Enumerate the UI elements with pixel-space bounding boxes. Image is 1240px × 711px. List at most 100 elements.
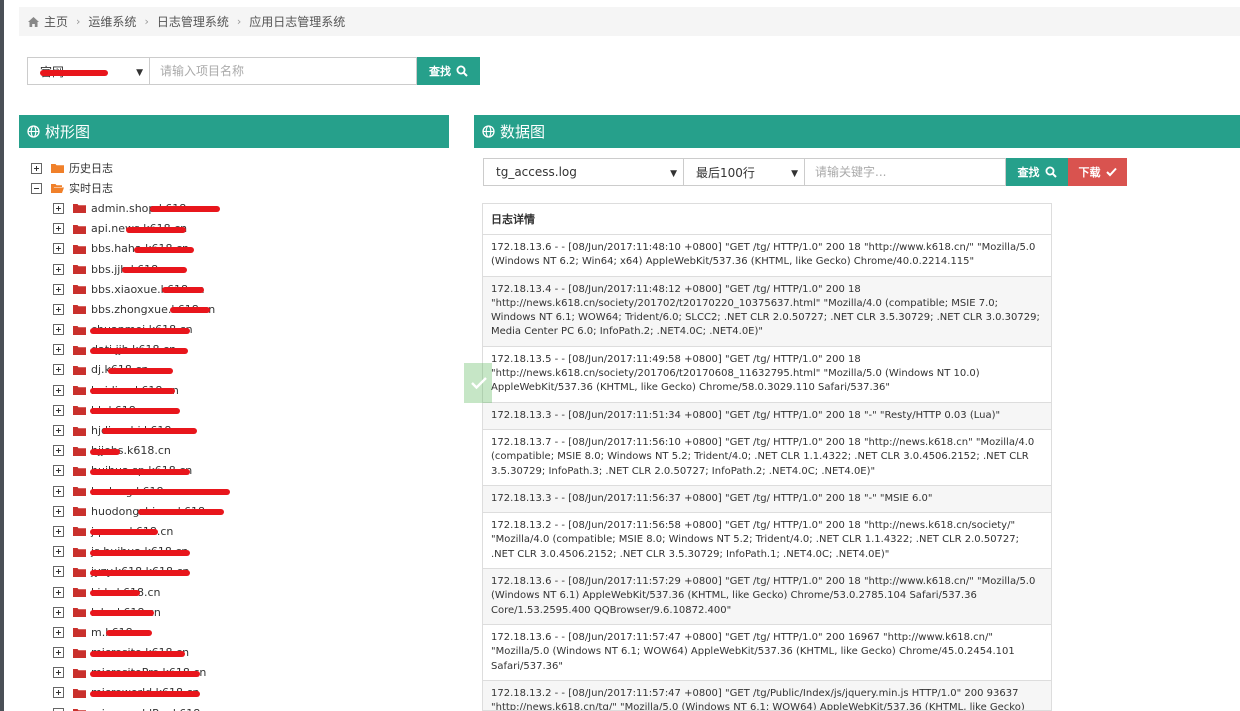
expand-icon[interactable]: [53, 606, 64, 618]
expand-icon[interactable]: [53, 445, 64, 457]
log-entry-row: 172.18.13.2 - - [08/Jun/2017:11:56:58 +0…: [483, 513, 1051, 570]
breadcrumb-log-management[interactable]: 日志管理系统: [157, 13, 229, 30]
tree-child-item[interactable]: admin.shop.k618.cn: [31, 198, 441, 218]
tree-child-item[interactable]: dati.jjh.k618.cn: [31, 340, 441, 360]
breadcrumb-ops-system[interactable]: 运维系统: [88, 13, 136, 30]
expand-icon[interactable]: [53, 202, 64, 214]
project-type-select[interactable]: 官网 ▼: [27, 57, 150, 85]
expand-icon[interactable]: [53, 324, 64, 336]
tree-child-item[interactable]: hudong.k618.cn: [31, 481, 441, 501]
log-entry-row: 172.18.13.5 - - [08/Jun/2017:11:49:58 +0…: [483, 346, 1051, 403]
data-panel-header: 数据图: [474, 115, 1240, 148]
expand-icon[interactable]: [53, 707, 64, 711]
expand-icon[interactable]: [53, 647, 64, 659]
expand-icon[interactable]: [53, 687, 64, 699]
expand-icon[interactable]: [53, 283, 64, 295]
collapse-icon[interactable]: [31, 182, 42, 194]
folder-icon: [73, 345, 86, 355]
tree-child-item[interactable]: hjdianshi.k618.cn: [31, 420, 441, 440]
folder-icon: [73, 224, 86, 234]
expand-icon[interactable]: [53, 243, 64, 255]
tree-panel-header: 树形图: [19, 115, 449, 148]
redaction-mark: [90, 388, 175, 395]
line-count-select[interactable]: 最后100行 ▼: [684, 158, 805, 186]
expand-icon[interactable]: [53, 223, 64, 235]
expand-icon[interactable]: [53, 667, 64, 679]
project-search-button[interactable]: 查找: [417, 57, 480, 85]
tree-child-item[interactable]: microworld.k618.cn: [31, 683, 441, 703]
log-file-select[interactable]: tg_access.log ▼: [483, 158, 684, 186]
redaction-mark: [150, 206, 220, 213]
tree-child-item[interactable]: bbs.haha.k618.cn: [31, 239, 441, 259]
project-name-input[interactable]: [150, 57, 417, 85]
keyword-input[interactable]: [805, 158, 1006, 186]
expand-icon[interactable]: [53, 566, 64, 578]
folder-icon: [73, 446, 86, 456]
tree-child-item[interactable]: microsite.k618.cn: [31, 643, 441, 663]
expand-icon[interactable]: [53, 586, 64, 598]
redaction-mark: [90, 690, 200, 697]
caret-down-icon: ▼: [136, 68, 143, 78]
expand-icon[interactable]: [53, 465, 64, 477]
log-entry-row: 172.18.13.2 - - [08/Jun/2017:11:57:47 +0…: [483, 680, 1051, 710]
breadcrumb-home[interactable]: 主页: [44, 13, 68, 30]
log-search-button[interactable]: 查找: [1006, 158, 1068, 186]
download-button[interactable]: 下载: [1068, 158, 1127, 186]
data-panel-title: 数据图: [500, 123, 546, 141]
log-entry-row: 172.18.13.4 - - [08/Jun/2017:11:48:12 +0…: [483, 276, 1051, 347]
folder-icon: [73, 588, 86, 598]
tree-child-item[interactable]: huodongzhizao.k618.cn: [31, 501, 441, 521]
folder-icon: [73, 204, 86, 214]
expand-icon[interactable]: [31, 162, 42, 174]
expand-icon[interactable]: [53, 425, 64, 437]
breadcrumb-separator: ›: [236, 15, 242, 28]
expand-icon[interactable]: [53, 404, 64, 416]
search-icon: [456, 65, 468, 77]
folder-icon: [73, 285, 86, 295]
redaction-mark: [40, 70, 108, 76]
tree-child-item[interactable]: bbs.zhongxue.k618.cn: [31, 299, 441, 319]
log-entry-row: 172.18.13.3 - - [08/Jun/2017:11:51:34 +0…: [483, 402, 1051, 430]
tree-child-item[interactable]: huihua.sp.k618.cn: [31, 461, 441, 481]
tree-child-item[interactable]: jqsaas.k618.cn: [31, 521, 441, 541]
folder-icon: [73, 406, 86, 416]
tree-child-item[interactable]: hjjobs.k618.cn: [31, 441, 441, 461]
drag-check-overlay[interactable]: [464, 363, 492, 403]
tree-child-item[interactable]: kids.k618.cn: [31, 582, 441, 602]
redaction-mark: [90, 468, 190, 475]
log-search-button-label: 查找: [1017, 166, 1040, 179]
expand-icon[interactable]: [53, 384, 64, 396]
tree-child-item[interactable]: bbs.xiaoxue.k618.cn: [31, 279, 441, 299]
expand-icon[interactable]: [53, 263, 64, 275]
breadcrumb-app-log-management: 应用日志管理系统: [249, 15, 346, 29]
search-icon: [1045, 166, 1057, 178]
tree-root-item[interactable]: 实时日志: [31, 178, 441, 198]
tree-child-item[interactable]: bbs.jjh.k618.cn: [31, 259, 441, 279]
tree-child-item[interactable]: hh.k618.cn: [31, 400, 441, 420]
tree-child-item[interactable]: api.news.k618.cn: [31, 219, 441, 239]
expand-icon[interactable]: [53, 344, 64, 356]
tree-child-item[interactable]: haidian.k618.cn: [31, 380, 441, 400]
tree-child-item[interactable]: chuanmei.k618.cn: [31, 320, 441, 340]
redaction-mark: [102, 428, 197, 435]
log-detail-table: 日志详情 172.18.13.6 - - [08/Jun/2017:11:48:…: [482, 203, 1052, 711]
redaction-mark: [90, 408, 180, 415]
expand-icon[interactable]: [53, 525, 64, 537]
tree-child-item[interactable]: microworldPro.k618.cn: [31, 703, 441, 711]
expand-icon[interactable]: [53, 364, 64, 376]
expand-icon[interactable]: [53, 505, 64, 517]
tree-child-item[interactable]: m.k618.cn: [31, 622, 441, 642]
expand-icon[interactable]: [53, 303, 64, 315]
globe-icon: [27, 125, 40, 138]
expand-icon[interactable]: [53, 626, 64, 638]
tree-child-item[interactable]: micrositePro.k618.cn: [31, 663, 441, 683]
tree-child-item[interactable]: js.huihua.k618.cn: [31, 542, 441, 562]
tree-root-item[interactable]: 历史日志: [31, 158, 441, 178]
tree-child-item[interactable]: labs.k618.cn: [31, 602, 441, 622]
window-left-edge: [0, 0, 4, 711]
expand-icon[interactable]: [53, 546, 64, 558]
folder-icon: [73, 547, 86, 557]
tree-child-item[interactable]: dj.k618.cn: [31, 360, 441, 380]
expand-icon[interactable]: [53, 485, 64, 497]
tree-child-item[interactable]: jyzy.k618.k618.cn: [31, 562, 441, 582]
